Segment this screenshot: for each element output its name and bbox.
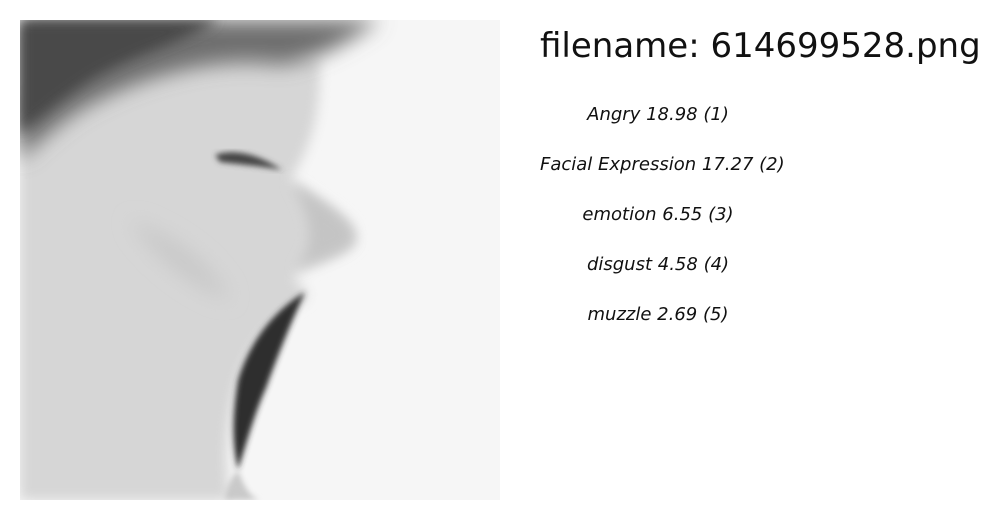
prediction-rank: (3) — [708, 204, 734, 225]
prediction-score: 6.55 — [662, 204, 703, 225]
filename-value: 614699528.png — [710, 26, 981, 66]
prediction-score: 4.58 — [657, 254, 698, 275]
prediction-item: Angry 18.98 (1) — [540, 100, 776, 150]
prediction-score: 2.69 — [657, 304, 698, 325]
prediction-rank: (1) — [703, 104, 729, 125]
prediction-rank: (5) — [702, 304, 729, 325]
prediction-list: Angry 18.98 (1) Facial Expression 17.27 … — [540, 100, 785, 350]
face-photo-graphic — [20, 20, 500, 500]
filename-label: filename: — [540, 26, 700, 66]
prediction-item: muzzle 2.69 (5) — [540, 300, 776, 350]
prediction-label: disgust — [586, 254, 653, 275]
prediction-item: emotion 6.55 (3) — [540, 200, 776, 250]
prediction-item: Facial Expression 17.27 (2) — [540, 150, 785, 200]
prediction-label: Angry — [587, 104, 641, 125]
prediction-rank: (4) — [703, 254, 730, 275]
prediction-label: muzzle — [587, 304, 652, 325]
prediction-label: emotion — [582, 204, 657, 225]
prediction-item: disgust 4.58 (4) — [540, 250, 776, 300]
prediction-label: Facial Expression — [540, 154, 697, 175]
prediction-score: 17.27 — [701, 154, 754, 175]
prediction-rank: (2) — [759, 154, 785, 175]
face-photo — [20, 20, 500, 500]
filename-heading: filename: 614699528.png — [540, 24, 981, 68]
prediction-score: 18.98 — [646, 104, 698, 125]
